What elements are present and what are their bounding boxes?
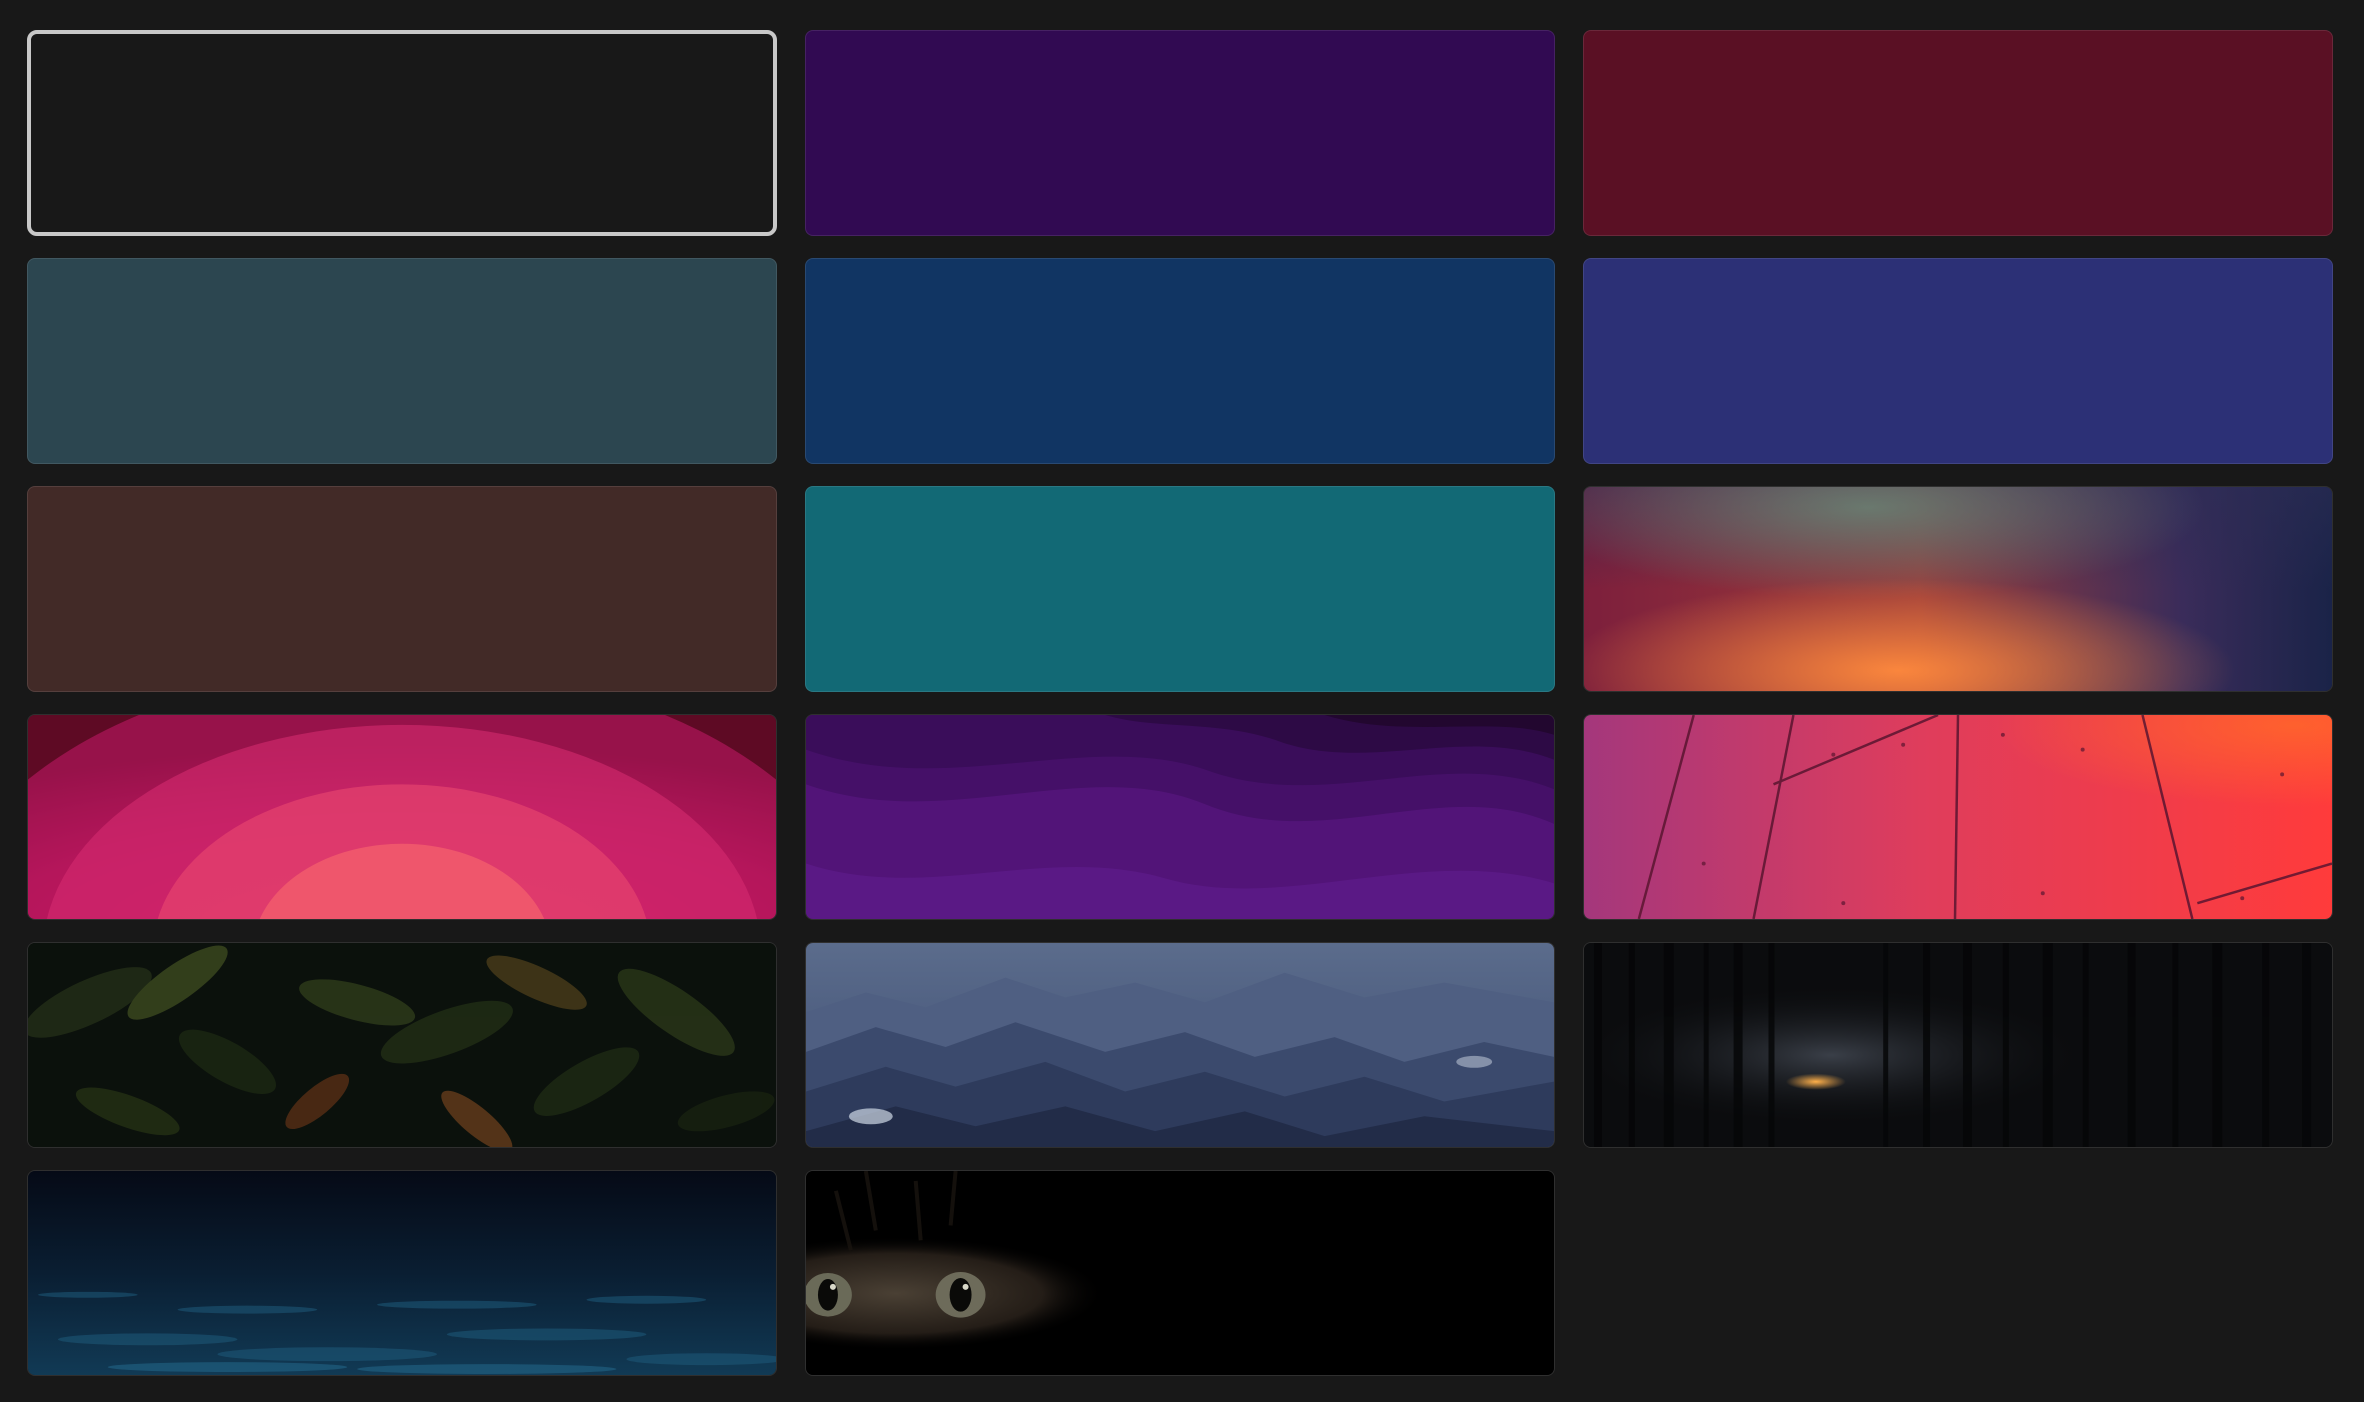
misty-mountains-image bbox=[806, 943, 1554, 1147]
wallpaper-solid-brown[interactable] bbox=[27, 486, 777, 692]
night-ocean-image bbox=[28, 1171, 776, 1375]
wallpaper-photo-night-ocean[interactable] bbox=[27, 1170, 777, 1376]
wallpaper-photo-cat-eyes[interactable] bbox=[805, 1170, 1555, 1376]
jungle-leaves-image bbox=[28, 943, 776, 1147]
wallpaper-solid-crimson[interactable] bbox=[1583, 30, 2333, 236]
wallpaper-solid-teal[interactable] bbox=[805, 486, 1555, 692]
wallpaper-solid-purple[interactable] bbox=[805, 30, 1555, 236]
wallpaper-photo-jungle-leaves[interactable] bbox=[27, 942, 777, 1148]
wallpaper-photo-misty-mountains[interactable] bbox=[805, 942, 1555, 1148]
wallpaper-grid bbox=[27, 30, 2334, 1376]
sunset-glow-image bbox=[1584, 487, 2332, 691]
wallpaper-solid-slate-teal[interactable] bbox=[27, 258, 777, 464]
wallpaper-gradient-pink-rays[interactable] bbox=[27, 714, 777, 920]
purple-waves-image bbox=[806, 715, 1554, 919]
wallpaper-solid-charcoal[interactable] bbox=[27, 30, 777, 236]
pink-rays-image bbox=[28, 715, 776, 919]
wallpaper-photo-dark-forest[interactable] bbox=[1583, 942, 2333, 1148]
wallpaper-gradient-purple-waves[interactable] bbox=[805, 714, 1555, 920]
wallpaper-gradient-sunset-glow[interactable] bbox=[1583, 486, 2333, 692]
red-panels-image bbox=[1584, 715, 2332, 919]
wallpaper-solid-navy[interactable] bbox=[805, 258, 1555, 464]
wallpaper-solid-indigo[interactable] bbox=[1583, 258, 2333, 464]
dark-forest-image bbox=[1584, 943, 2332, 1147]
cat-eyes-image bbox=[806, 1171, 1554, 1375]
wallpaper-photo-red-panels[interactable] bbox=[1583, 714, 2333, 920]
